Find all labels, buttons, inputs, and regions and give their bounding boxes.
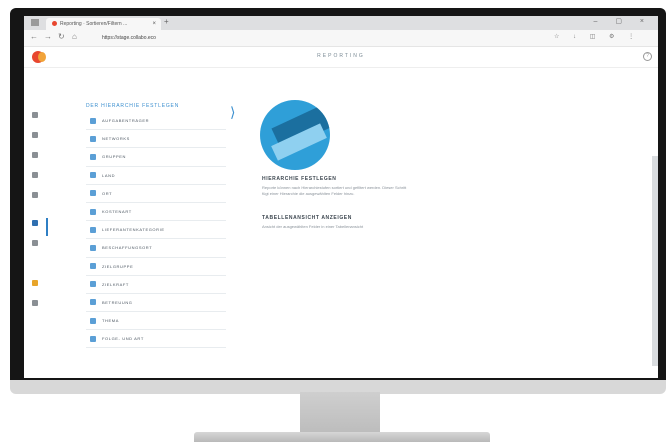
page-title: REPORTING — [317, 53, 365, 59]
left-nav-rail — [24, 68, 48, 378]
menu-item[interactable]: BETREUUNG — [86, 294, 226, 313]
topic-icon — [90, 317, 96, 324]
nav-grid-icon[interactable] — [32, 132, 38, 138]
home-icon[interactable]: ⌂ — [72, 32, 77, 41]
new-tab-button[interactable]: + — [164, 17, 169, 26]
collapse-arrow-icon[interactable]: ⟩ — [230, 104, 235, 121]
favicon-icon — [52, 21, 57, 27]
active-nav-indicator — [46, 218, 48, 236]
info-text-hierarchy: Reporte können nach Hierarchiestufen sor… — [262, 185, 407, 196]
monitor-bezel: Reporting · Sortieren/Filtern ... × + – … — [10, 8, 666, 392]
screen: Reporting · Sortieren/Filtern ... × + – … — [24, 16, 658, 378]
tab-close-icon[interactable]: × — [152, 18, 156, 30]
flag-icon — [90, 172, 96, 179]
reload-icon[interactable]: ↻ — [58, 32, 65, 41]
menu-item[interactable]: FOLGE- UND ART — [86, 330, 226, 349]
support-icon — [90, 299, 96, 306]
nav-folder-icon[interactable] — [32, 172, 38, 178]
sequence-icon — [90, 335, 96, 342]
cart-icon — [90, 244, 96, 251]
app-header: REPORTING ? — [24, 47, 658, 68]
url-field[interactable]: https://stage.collabo.eco — [102, 33, 542, 43]
app-menu-icon[interactable] — [31, 19, 39, 26]
money-icon — [90, 208, 96, 215]
location-pin-icon — [90, 190, 96, 197]
back-icon[interactable]: ← — [30, 32, 38, 41]
menu-item[interactable]: ZIELKRAFT — [86, 276, 226, 294]
window-controls[interactable]: – ▢ × — [594, 17, 652, 25]
help-icon[interactable]: ? — [643, 52, 652, 61]
nav-clipboard-icon[interactable] — [32, 240, 38, 246]
browser-tab[interactable]: Reporting · Sortieren/Filtern ... × — [46, 18, 161, 30]
group-icon — [90, 153, 96, 160]
menu-item[interactable]: THEMA — [86, 312, 226, 331]
forward-icon[interactable]: → — [44, 32, 52, 41]
menu-item[interactable]: LIEFERANTENKATEGORIE — [86, 221, 226, 240]
scrollbar[interactable] — [652, 156, 658, 366]
nav-expand-icon[interactable] — [32, 300, 38, 306]
menu-item[interactable]: KOSTENART — [86, 203, 226, 222]
menu-item[interactable]: GRUPPEN — [86, 148, 226, 167]
nav-star-icon[interactable] — [32, 280, 38, 286]
target-icon — [90, 263, 96, 270]
monitor-stand-foot — [194, 432, 490, 442]
browser-toolbar-icons[interactable]: ☆ ↓ ◫ ⚙ ⋮ — [554, 33, 640, 40]
menu-item[interactable]: ORT — [86, 185, 226, 203]
tab-title: Reporting · Sortieren/Filtern ... — [60, 21, 128, 27]
menu-item[interactable]: AUFGABENTRÄGER — [86, 112, 226, 131]
info-heading-table[interactable]: TABELLENANSICHT ANZEIGEN — [262, 215, 352, 221]
menu-item[interactable]: ZIELGRUPPE — [86, 258, 226, 276]
monitor-stand-neck — [300, 392, 380, 432]
nav-document-icon[interactable] — [32, 112, 38, 118]
menu-item[interactable]: BESCHAFFUNGSORT — [86, 239, 226, 258]
menu-item[interactable]: NETWORKS — [86, 130, 226, 149]
person-icon — [90, 117, 96, 124]
bolt-icon — [90, 281, 96, 288]
info-text-table: Ansicht der ausgewählten Felder in einer… — [262, 224, 364, 229]
network-icon — [90, 135, 96, 142]
hierarchy-illustration — [260, 100, 330, 170]
address-bar: ← → ↻ ⌂ https://stage.collabo.eco ☆ ↓ ◫ … — [24, 30, 658, 47]
hierarchy-menu: DER HIERARCHIE FESTLEGEN AUFGABENTRÄGER … — [86, 100, 226, 349]
browser-tab-bar: Reporting · Sortieren/Filtern ... × + – … — [24, 16, 658, 30]
menu-heading: DER HIERARCHIE FESTLEGEN — [86, 103, 180, 109]
nav-file-icon[interactable] — [32, 192, 38, 198]
info-heading-hierarchy: HIERARCHIE FESTLEGEN — [262, 176, 337, 182]
menu-item[interactable]: LAND — [86, 167, 226, 185]
nav-users-icon[interactable] — [32, 152, 38, 158]
nav-reporting-icon[interactable] — [32, 220, 38, 226]
truck-icon — [90, 226, 96, 233]
